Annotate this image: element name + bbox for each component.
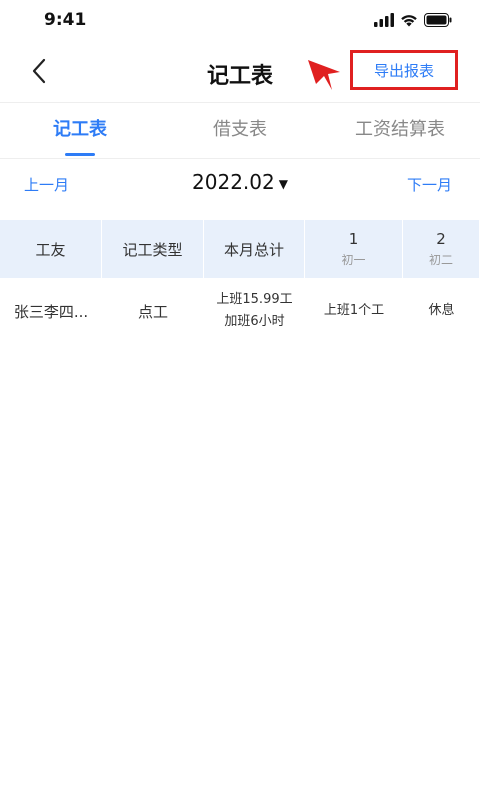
header-worker: 工友: [0, 220, 102, 278]
header-worker-label: 工友: [35, 240, 66, 259]
table-row[interactable]: 张三李四... 点工 上班15.99工 加班6小时 上班1个工 休息: [0, 278, 480, 344]
cell-day-2[interactable]: 休息: [403, 278, 480, 344]
current-month: 2022.02: [192, 170, 275, 194]
nav-bar: 记工表 导出报表: [0, 44, 480, 103]
tab-work-record-label: 记工表: [53, 119, 107, 140]
tab-advance-record[interactable]: 借支表: [160, 102, 320, 158]
month-selector: 上一月 2022.02 ▼ 下一月: [0, 160, 480, 212]
cell-total-line-1: 上班15.99工: [216, 292, 293, 307]
table-header: 工友 记工类型 本月总计 1 初一 2 初二: [0, 220, 480, 278]
header-type-label: 记工类型: [122, 240, 183, 259]
header-day-2-lunar: 初二: [428, 253, 453, 267]
tab-active-indicator: [65, 153, 95, 156]
header-day-2: 2 初二: [403, 220, 480, 278]
tab-wage-settlement-label: 工资结算表: [355, 119, 445, 140]
status-icons: [374, 12, 452, 31]
header-day-1-date: 1: [348, 230, 359, 248]
work-record-table: 工友 记工类型 本月总计 1 初一 2 初二 张三李四... 点工 上班15.9…: [0, 220, 480, 344]
tab-work-record[interactable]: 记工表: [0, 102, 160, 158]
battery-icon: [424, 12, 452, 31]
caret-down-icon: ▼: [278, 176, 288, 191]
cell-type: 点工: [137, 302, 168, 321]
annotation-arrow-icon: [306, 58, 344, 96]
header-total: 本月总计: [204, 220, 305, 278]
cell-day-1[interactable]: 上班1个工: [305, 278, 403, 344]
status-bar: 9:41: [0, 0, 480, 44]
wifi-icon: [400, 12, 418, 31]
header-day-2-date: 2: [436, 230, 446, 248]
tab-bar: 记工表 借支表 工资结算表: [0, 102, 480, 159]
table-body: 张三李四... 点工 上班15.99工 加班6小时 上班1个工 休息: [0, 278, 480, 344]
signal-icon: [374, 12, 394, 31]
header-day-1: 1 初一: [305, 220, 403, 278]
cell-total: 上班15.99工 加班6小时: [204, 278, 305, 344]
export-report-button[interactable]: 导出报表: [350, 50, 458, 90]
cell-worker: 张三李四...: [13, 302, 89, 321]
status-time: 9:41: [44, 10, 87, 30]
next-month-button[interactable]: 下一月: [407, 174, 452, 195]
header-type: 记工类型: [102, 220, 204, 278]
export-report-label: 导出报表: [373, 61, 434, 80]
tab-wage-settlement[interactable]: 工资结算表: [320, 102, 480, 158]
header-day-1-lunar: 初一: [341, 253, 366, 267]
cell-total-line-2: 加班6小时: [224, 314, 285, 329]
header-total-label: 本月总计: [223, 240, 284, 259]
tab-advance-record-label: 借支表: [213, 119, 267, 140]
